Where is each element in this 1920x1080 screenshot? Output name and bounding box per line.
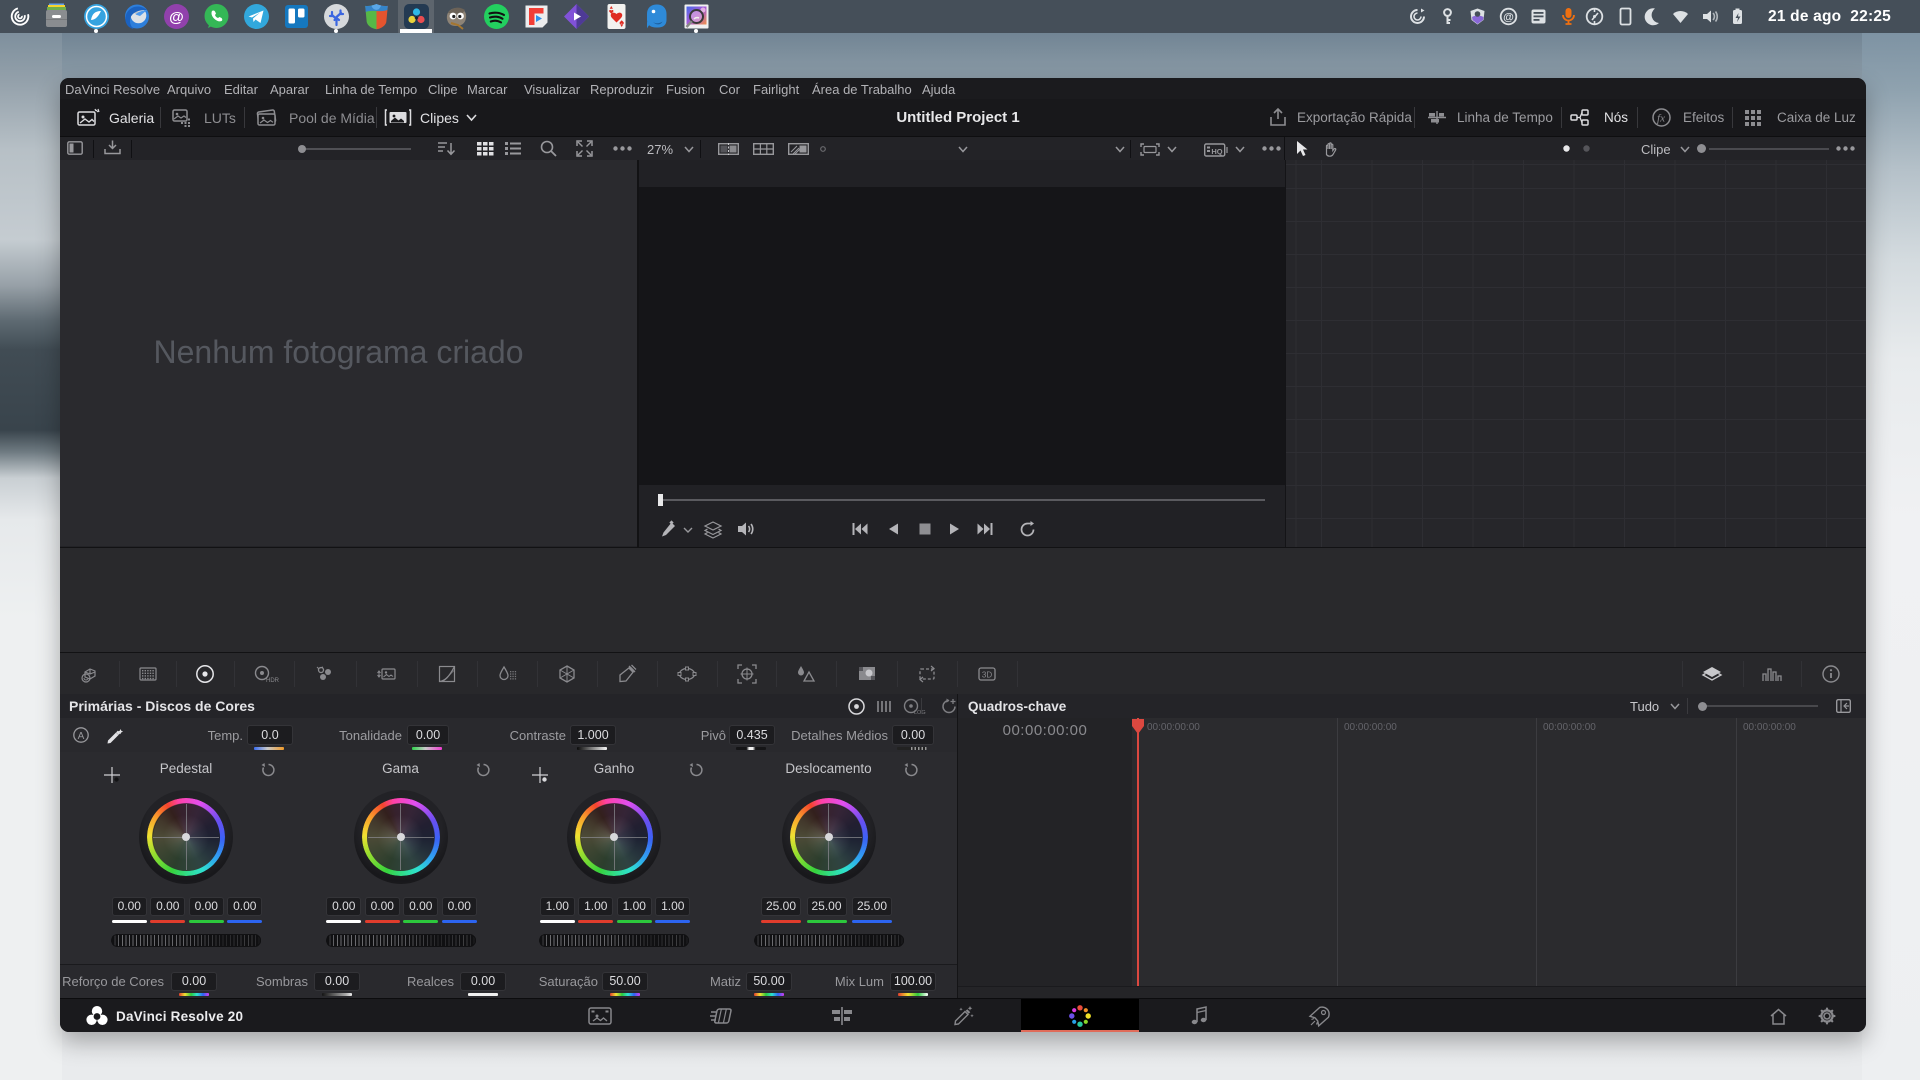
svg-text:@: @ <box>169 9 184 26</box>
svg-text:3D: 3D <box>982 671 992 680</box>
svg-text:LOG: LOG <box>914 710 926 716</box>
svg-text:@: @ <box>1503 11 1514 23</box>
svg-text:HDR: HDR <box>266 678 280 684</box>
svg-text:HQ: HQ <box>1211 147 1222 156</box>
svg-text:fx: fx <box>1657 113 1665 125</box>
